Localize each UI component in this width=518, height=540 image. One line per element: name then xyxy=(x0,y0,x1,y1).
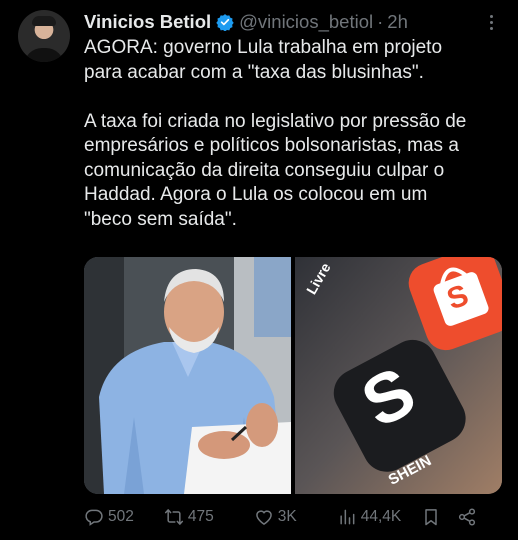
more-dot xyxy=(489,26,493,30)
timestamp[interactable]: 2h xyxy=(387,11,408,33)
tweet-text: AGORA: governo Lula trabalha em projeto … xyxy=(84,36,512,232)
action-bar: 502 475 3K 44,4K xyxy=(84,504,504,530)
views-count: 44,4K xyxy=(360,508,402,525)
more-dot xyxy=(489,14,493,18)
bookmark-icon xyxy=(425,509,437,526)
reply-button[interactable]: 502 xyxy=(84,507,134,527)
media-grid: Livre S S SHEIN xyxy=(84,257,502,494)
reply-count: 502 xyxy=(108,508,134,525)
separator-dot: · xyxy=(377,11,384,32)
photo-lula-illustration xyxy=(84,257,291,494)
views-button[interactable]: 44,4K xyxy=(337,507,402,527)
share-icon xyxy=(459,508,476,526)
bookmark-button[interactable] xyxy=(421,507,441,527)
tweet-paragraph-2: A taxa foi criada no legislativo por pre… xyxy=(84,110,467,230)
reply-icon xyxy=(85,509,103,526)
avatar[interactable] xyxy=(18,10,70,62)
verified-badge-icon[interactable] xyxy=(216,13,234,31)
tweet-header: Vinicios Betiol @vinicios_betiol · 2h xyxy=(84,10,408,34)
like-count: 3K xyxy=(277,508,297,525)
avatar-hair xyxy=(32,16,56,26)
like-button[interactable]: 3K xyxy=(254,507,297,527)
tweet-paragraph-1: AGORA: governo Lula trabalha em projeto … xyxy=(84,37,443,83)
retweet-button[interactable]: 475 xyxy=(164,507,214,527)
tweet[interactable]: Vinicios Betiol @vinicios_betiol · 2h AG… xyxy=(0,0,518,540)
more-dot xyxy=(489,20,493,24)
share-button[interactable] xyxy=(457,507,477,527)
author-handle[interactable]: @vinicios_betiol xyxy=(239,11,373,33)
like-icon xyxy=(255,510,272,525)
author-name[interactable]: Vinicios Betiol xyxy=(84,11,211,33)
more-icon[interactable] xyxy=(482,12,500,32)
photo-lula-signing[interactable] xyxy=(84,257,291,494)
photo-shein-app[interactable]: Livre S S SHEIN xyxy=(295,257,502,494)
retweet-count: 475 xyxy=(187,508,214,525)
views-icon xyxy=(340,509,355,525)
avatar-shirt xyxy=(24,48,64,62)
retweet-icon xyxy=(164,509,183,525)
